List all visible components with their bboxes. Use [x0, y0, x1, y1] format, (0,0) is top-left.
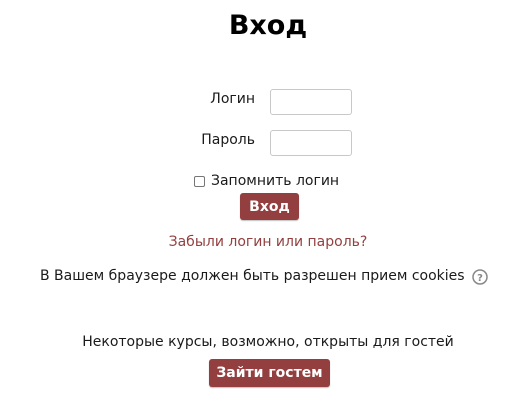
forgot-password-link[interactable]: Забыли логин или пароль?	[0, 234, 516, 250]
svg-text:?: ?	[477, 273, 483, 284]
login-button[interactable]: Вход	[240, 193, 299, 220]
username-label: Логин	[210, 91, 255, 107]
password-label: Пароль	[201, 132, 255, 148]
remember-label: Запомнить логин	[211, 173, 340, 189]
page-title: Вход	[228, 10, 308, 41]
username-input[interactable]	[270, 89, 352, 115]
question-circle-icon[interactable]: ?	[472, 269, 488, 285]
login-as-guest-button[interactable]: Зайти гостем	[209, 359, 330, 387]
password-input[interactable]	[270, 130, 352, 156]
guest-access-note: Некоторые курсы, возможно, открыты для г…	[82, 334, 454, 350]
remember-checkbox[interactable]	[194, 175, 205, 187]
cookies-notice: В Вашем браузере должен быть разрешен пр…	[40, 268, 465, 284]
remember-username[interactable]: Запомнить логин	[194, 173, 339, 189]
